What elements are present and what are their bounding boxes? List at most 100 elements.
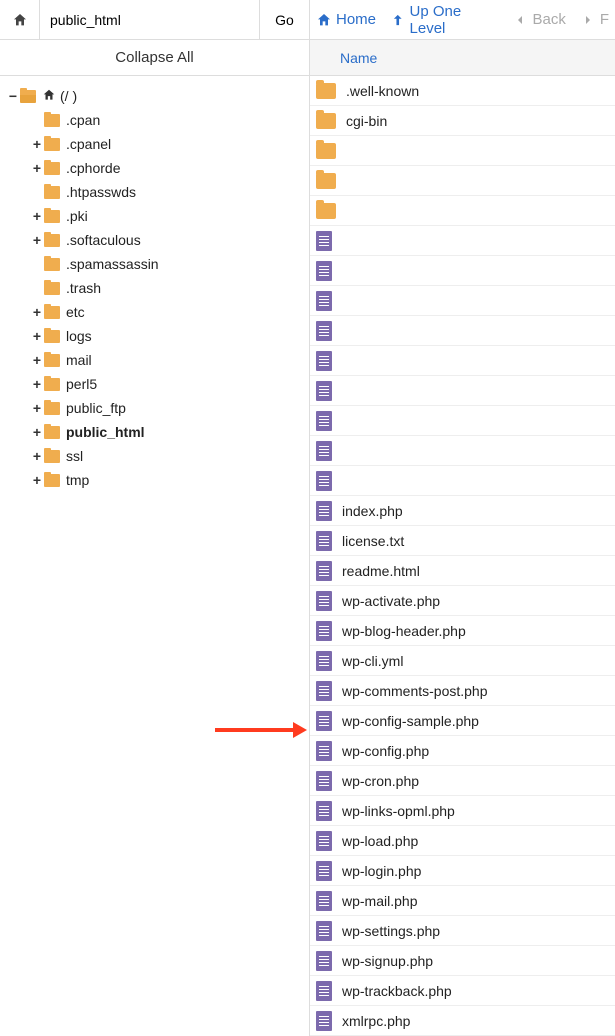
file-row[interactable]: [310, 286, 615, 316]
tree-item[interactable]: +public_ftp: [6, 396, 303, 420]
file-row[interactable]: wp-mail.php: [310, 886, 615, 916]
tree-item[interactable]: + logs: [6, 324, 303, 348]
expand-icon[interactable]: +: [30, 472, 44, 488]
file-row[interactable]: [310, 166, 615, 196]
file-name-label: [342, 411, 522, 431]
file-row[interactable]: [310, 346, 615, 376]
tree-item[interactable]: +perl5: [6, 372, 303, 396]
file-row[interactable]: cgi-bin: [310, 106, 615, 136]
collapse-icon[interactable]: −: [6, 88, 20, 104]
expand-icon[interactable]: +: [30, 304, 44, 320]
tree-item[interactable]: +.pki: [6, 204, 303, 228]
file-row[interactable]: wp-trackback.php: [310, 976, 615, 1006]
document-icon: [316, 801, 332, 821]
tree-item[interactable]: +.cpanel: [6, 132, 303, 156]
file-row[interactable]: wp-cron.php: [310, 766, 615, 796]
file-row[interactable]: xmlrpc.php: [310, 1006, 615, 1036]
file-row[interactable]: wp-config.php: [310, 736, 615, 766]
expand-icon[interactable]: +: [30, 352, 44, 368]
file-row[interactable]: wp-comments-post.php: [310, 676, 615, 706]
file-row[interactable]: wp-login.php: [310, 856, 615, 886]
left-panel: Go Collapse All − (/ ) .cpan+.cpanel+.cp…: [0, 0, 310, 1036]
tree-item[interactable]: +.softaculous: [6, 228, 303, 252]
expand-icon[interactable]: +: [30, 400, 44, 416]
file-row[interactable]: .well-known: [310, 76, 615, 106]
tree-root[interactable]: − (/ ): [6, 84, 303, 108]
document-icon: [316, 891, 332, 911]
nav-forward-label: F: [600, 11, 609, 28]
file-row[interactable]: [310, 466, 615, 496]
file-row[interactable]: [310, 376, 615, 406]
file-row[interactable]: readme.html: [310, 556, 615, 586]
collapse-all-button[interactable]: Collapse All: [0, 40, 309, 76]
file-name-label: wp-mail.php: [342, 893, 417, 909]
tree-item[interactable]: .cpan: [6, 108, 303, 132]
tree-item[interactable]: +.cphorde: [6, 156, 303, 180]
file-row[interactable]: wp-signup.php: [310, 946, 615, 976]
file-row[interactable]: wp-settings.php: [310, 916, 615, 946]
file-row[interactable]: wp-load.php: [310, 826, 615, 856]
tree-item[interactable]: .trash: [6, 276, 303, 300]
file-name-label: wp-links-opml.php: [342, 803, 455, 819]
file-row[interactable]: wp-config-sample.php: [310, 706, 615, 736]
expand-icon[interactable]: +: [30, 376, 44, 392]
file-name-label: [342, 321, 522, 341]
file-name-label: [342, 291, 522, 311]
file-row[interactable]: wp-cli.yml: [310, 646, 615, 676]
file-row[interactable]: [310, 136, 615, 166]
file-row[interactable]: [310, 196, 615, 226]
file-name-label: readme.html: [342, 563, 420, 579]
tree-item[interactable]: .htpasswds: [6, 180, 303, 204]
nav-home[interactable]: Home: [316, 11, 376, 28]
folder-icon: [44, 162, 60, 175]
file-row[interactable]: wp-activate.php: [310, 586, 615, 616]
tree-item[interactable]: + etc: [6, 300, 303, 324]
file-name-label: wp-login.php: [342, 863, 421, 879]
tree-item-label: logs: [66, 328, 92, 344]
nav-up-label: Up One Level: [410, 3, 499, 37]
folder-icon: [44, 426, 60, 439]
path-input[interactable]: [40, 0, 259, 39]
tree-item[interactable]: .spamassassin: [6, 252, 303, 276]
file-row[interactable]: [310, 256, 615, 286]
column-name[interactable]: Name: [340, 50, 377, 66]
expand-icon[interactable]: +: [30, 208, 44, 224]
tree-item-label: mail: [66, 352, 92, 368]
home-root-button[interactable]: [0, 0, 40, 39]
file-row[interactable]: [310, 226, 615, 256]
tree-item-label: .htpasswds: [66, 184, 136, 200]
file-name-label: [346, 141, 526, 161]
file-row[interactable]: [310, 316, 615, 346]
expand-icon[interactable]: +: [30, 136, 44, 152]
document-icon: [316, 831, 332, 851]
tree-item-label: etc: [66, 304, 85, 320]
file-row[interactable]: [310, 406, 615, 436]
tree-item[interactable]: +ssl: [6, 444, 303, 468]
file-row[interactable]: index.php: [310, 496, 615, 526]
tree-item[interactable]: +tmp: [6, 468, 303, 492]
file-row[interactable]: [310, 436, 615, 466]
document-icon: [316, 591, 332, 611]
go-button[interactable]: Go: [259, 0, 309, 39]
document-icon: [316, 291, 332, 311]
folder-icon: [44, 402, 60, 415]
document-icon: [316, 261, 332, 281]
expand-icon[interactable]: +: [30, 328, 44, 344]
file-name-label: [346, 201, 526, 221]
file-row[interactable]: wp-blog-header.php: [310, 616, 615, 646]
expand-icon[interactable]: +: [30, 448, 44, 464]
nav-up[interactable]: Up One Level: [390, 3, 498, 37]
folder-icon: [316, 173, 336, 189]
expand-icon[interactable]: +: [30, 160, 44, 176]
expand-icon[interactable]: +: [30, 424, 44, 440]
folder-icon: [44, 138, 60, 151]
tree-item[interactable]: + mail: [6, 348, 303, 372]
tree-item[interactable]: +public_html: [6, 420, 303, 444]
document-icon: [316, 561, 332, 581]
file-row[interactable]: wp-links-opml.php: [310, 796, 615, 826]
file-name-label: wp-cli.yml: [342, 653, 403, 669]
file-row[interactable]: license.txt: [310, 526, 615, 556]
nav-back-label: Back: [532, 11, 565, 28]
folder-icon: [316, 83, 336, 99]
expand-icon[interactable]: +: [30, 232, 44, 248]
